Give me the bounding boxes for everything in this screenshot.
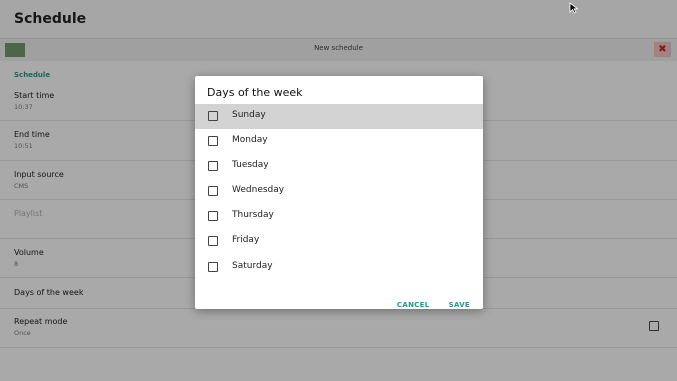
option-thursday[interactable]: Thursday bbox=[195, 204, 483, 229]
option-saturday[interactable]: Saturday bbox=[195, 255, 483, 280]
option-label: Saturday bbox=[232, 261, 273, 271]
cancel-button[interactable]: CANCEL bbox=[397, 301, 430, 309]
option-tuesday[interactable]: Tuesday bbox=[195, 154, 483, 179]
days-of-week-dialog: Days of the week Sunday Monday Tuesday W… bbox=[195, 76, 483, 309]
option-label: Monday bbox=[232, 135, 268, 145]
option-label: Thursday bbox=[232, 210, 274, 220]
checkbox[interactable] bbox=[208, 236, 218, 246]
checkbox[interactable] bbox=[208, 211, 218, 221]
checkbox[interactable] bbox=[208, 186, 218, 196]
option-label: Tuesday bbox=[232, 160, 269, 170]
dialog-actions: CANCEL SAVE bbox=[383, 292, 470, 311]
option-label: Friday bbox=[232, 235, 260, 245]
option-monday[interactable]: Monday bbox=[195, 129, 483, 154]
option-sunday[interactable]: Sunday bbox=[195, 104, 483, 129]
option-wednesday[interactable]: Wednesday bbox=[195, 179, 483, 204]
option-label: Wednesday bbox=[232, 185, 285, 195]
option-friday[interactable]: Friday bbox=[195, 229, 483, 254]
checkbox[interactable] bbox=[208, 111, 218, 121]
option-label: Sunday bbox=[232, 110, 266, 120]
save-button[interactable]: SAVE bbox=[449, 301, 470, 309]
checkbox[interactable] bbox=[208, 161, 218, 171]
checkbox[interactable] bbox=[208, 262, 218, 272]
checkbox[interactable] bbox=[208, 136, 218, 146]
dialog-title: Days of the week bbox=[207, 86, 303, 99]
mouse-cursor-icon bbox=[569, 2, 579, 14]
